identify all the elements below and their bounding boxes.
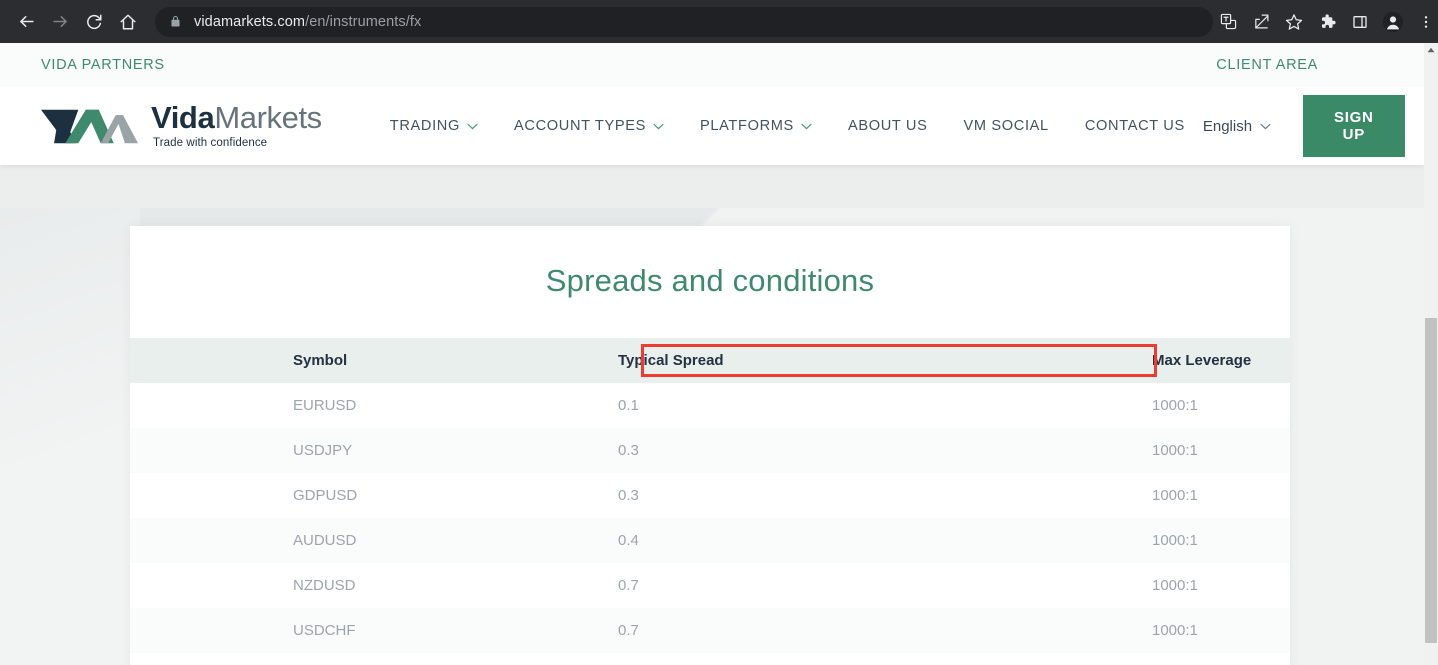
url-path: /en/instruments/fx [305, 13, 422, 30]
bookmark-star-icon[interactable] [1279, 7, 1309, 37]
cell-symbol: USDCHF [293, 622, 356, 639]
cell-spread: 0.9 [550, 653, 915, 665]
nav-label: ACCOUNT TYPES [514, 118, 646, 134]
table-row: AUDUSD 0.4 1000:1 [130, 518, 1290, 563]
share-icon[interactable] [1246, 7, 1276, 37]
table-body: EURUSD 0.1 1000:1 USDJPY 0.3 1000:1 GDPU… [130, 383, 1290, 665]
nav-item-account-types[interactable]: ACCOUNT TYPES [496, 118, 682, 134]
cell-leverage: 1000:1 [1152, 487, 1198, 504]
logo-word-row: VidaMarkets [151, 102, 322, 133]
client-area-link[interactable]: CLIENT AREA [1216, 57, 1318, 73]
reload-button[interactable] [78, 6, 110, 38]
translate-icon[interactable] [1213, 7, 1243, 37]
cell-symbol: AUDUSD [293, 532, 357, 549]
nav-item-platforms[interactable]: PLATFORMS [682, 118, 830, 134]
table-header-row: Symbol Typical Spread Max Leverage [130, 338, 1290, 383]
side-panel-icon[interactable] [1345, 7, 1375, 37]
table-row: USDCAD 0.9 1000:1 [130, 653, 1290, 665]
cell-spread: 0.3 [618, 487, 639, 504]
site-header: VidaMarkets Trade with confidence TRADIN… [0, 87, 1424, 165]
cell-spread: 0.1 [618, 397, 639, 414]
cell-symbol: NZDUSD [293, 577, 356, 594]
nav-label: VM SOCIAL [963, 118, 1049, 134]
cell-leverage: 1000:1 [1152, 622, 1198, 639]
utility-bar-right: CLIENT AREA [1216, 56, 1383, 74]
cell-spread: 0.7 [618, 577, 639, 594]
spreads-table: Symbol Typical Spread Max Leverage EURUS… [130, 338, 1290, 665]
nav-label: CONTACT US [1084, 118, 1185, 134]
forward-arrow-icon [51, 12, 70, 31]
url-text: vidamarkets.com/en/instruments/fx [194, 14, 421, 30]
address-bar[interactable]: vidamarkets.com/en/instruments/fx [155, 6, 1213, 37]
home-icon [119, 13, 137, 31]
forward-button[interactable] [44, 6, 76, 38]
cell-symbol: USDCAD [130, 653, 550, 665]
table-header: Symbol Typical Spread Max Leverage [130, 338, 1290, 383]
cell-symbol: GDPUSD [293, 487, 358, 504]
home-button[interactable] [112, 6, 144, 38]
vida-partners-link[interactable]: VIDA PARTNERS [41, 57, 165, 73]
cell-leverage: 1000:1 [1152, 397, 1198, 414]
browser-toolbar-icons [1213, 7, 1438, 37]
vm-logo-icon [41, 109, 138, 143]
browser-nav-buttons [0, 6, 144, 38]
site-logo[interactable]: VidaMarkets Trade with confidence [41, 102, 322, 150]
cell-leverage: 1000:1 [1152, 532, 1198, 549]
nav-label: PLATFORMS [699, 118, 794, 134]
nav-item-trading[interactable]: TRADING [372, 118, 496, 134]
chevron-down-icon [1260, 123, 1271, 130]
nav-label: ABOUT US [847, 118, 928, 134]
scroll-up-arrow-icon[interactable] [1424, 43, 1438, 57]
column-header-typical-spread[interactable]: Typical Spread [550, 338, 915, 383]
profile-avatar-icon[interactable] [1378, 7, 1408, 37]
chevron-down-icon [467, 123, 478, 130]
back-arrow-icon [17, 12, 36, 31]
logo-wordmark: VidaMarkets Trade with confidence [151, 102, 322, 150]
logo-tagline: Trade with confidence [153, 137, 268, 150]
chevron-down-icon [653, 123, 664, 130]
table-row: EURUSD 0.1 1000:1 [130, 383, 1290, 428]
cell-symbol: USDJPY [293, 442, 353, 459]
main-navigation: TRADING ACCOUNT TYPES PLATFORMS ABOUT US… [372, 118, 1203, 134]
language-selector[interactable]: English [1203, 118, 1271, 135]
utility-bar: VIDA PARTNERS CLIENT AREA [0, 43, 1424, 87]
column-header-max-leverage[interactable]: Max Leverage [915, 338, 1290, 383]
table-row: GDPUSD 0.3 1000:1 [130, 473, 1290, 518]
table-row: USDJPY 0.3 1000:1 [130, 428, 1290, 473]
cell-leverage: 1000:1 [1152, 577, 1198, 594]
header-right-controls: English SIGN UP [1203, 95, 1424, 157]
vertical-scrollbar[interactable] [1424, 43, 1438, 665]
page-viewport: VIDA PARTNERS CLIENT AREA VidaMarkets Tr… [0, 43, 1424, 665]
nav-label: TRADING [389, 118, 460, 134]
cell-spread: 0.7 [618, 622, 639, 639]
logo-word-vida: Vida [151, 100, 215, 136]
back-button[interactable] [10, 6, 42, 38]
spreads-content-card: Spreads and conditions Symbol Typical Sp… [130, 226, 1290, 665]
chevron-down-icon [801, 123, 812, 130]
three-dot-menu-icon[interactable] [1411, 7, 1438, 37]
extensions-puzzle-icon[interactable] [1312, 7, 1342, 37]
cell-symbol: EURUSD [293, 397, 357, 414]
cell-spread: 0.3 [618, 442, 639, 459]
table-row: USDCHF 0.7 1000:1 [130, 608, 1290, 653]
sign-up-button[interactable]: SIGN UP [1303, 95, 1405, 157]
logo-word-markets: Markets [214, 100, 322, 136]
reload-icon [85, 13, 103, 31]
cell-leverage: 1000:1 [1152, 442, 1198, 459]
lock-icon [169, 15, 182, 28]
cell-leverage: 1000:1 [915, 653, 1290, 665]
table-row: NZDUSD 0.7 1000:1 [130, 563, 1290, 608]
browser-chrome: vidamarkets.com/en/instruments/fx [0, 0, 1438, 43]
column-header-symbol[interactable]: Symbol [130, 338, 550, 383]
scrollbar-thumb[interactable] [1425, 318, 1437, 643]
url-domain: vidamarkets.com [194, 13, 306, 30]
nav-item-contact-us[interactable]: CONTACT US [1067, 118, 1203, 134]
language-label: English [1202, 117, 1253, 135]
background-decoration-secondary [0, 208, 140, 665]
page-title: Spreads and conditions [545, 263, 875, 298]
cell-spread: 0.4 [618, 532, 639, 549]
nav-item-about-us[interactable]: ABOUT US [830, 118, 946, 134]
nav-item-vm-social[interactable]: VM SOCIAL [946, 118, 1067, 134]
